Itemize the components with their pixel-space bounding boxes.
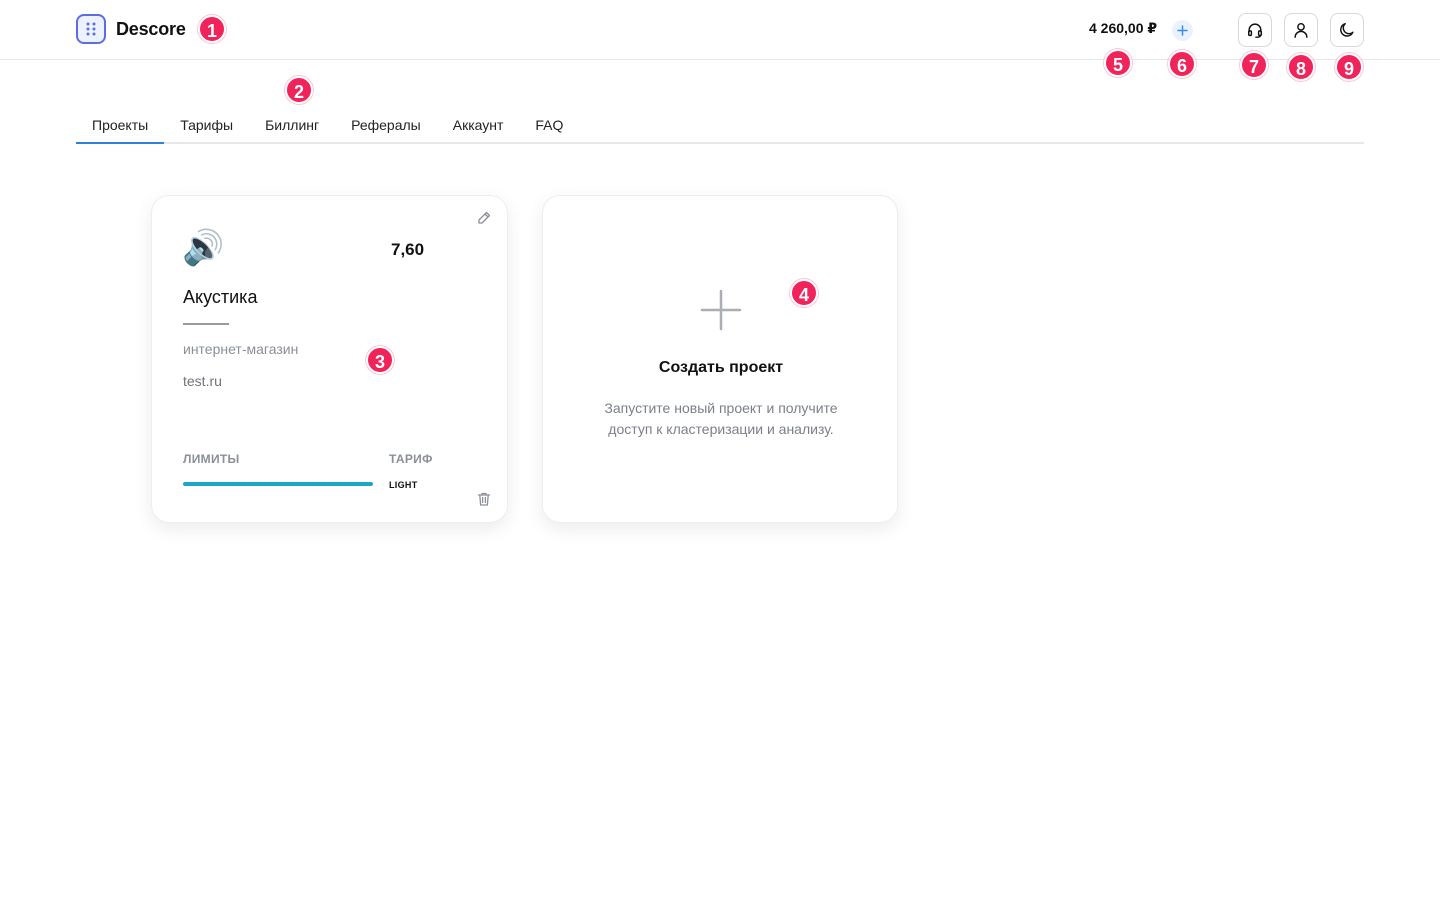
marker-badge: 1: [198, 15, 226, 43]
limits-label: ЛИМИТЫ: [183, 452, 240, 466]
grid-dots-icon: [76, 14, 106, 44]
project-type: интернет-магазин: [183, 341, 299, 357]
project-name: Акустика: [183, 287, 258, 307]
user-icon: [1294, 22, 1308, 38]
limits-progress-fill: [183, 482, 373, 486]
tab-account[interactable]: Аккаунт: [437, 108, 520, 144]
marker-badge: 2: [285, 76, 313, 104]
marker-badge: 8: [1287, 53, 1315, 81]
brand-name: Descore: [116, 18, 186, 39]
edit-pencil-icon[interactable]: [476, 210, 492, 231]
tab-faq[interactable]: FAQ: [519, 108, 579, 144]
moon-icon: [1340, 22, 1354, 37]
tariff-label: ТАРИФ: [389, 452, 433, 466]
marker-badge: 4: [790, 279, 818, 307]
marker-badge: 9: [1335, 53, 1363, 81]
limits-progress-bar: [183, 482, 373, 486]
marker-badge: 3: [366, 346, 394, 374]
tariff-value: LIGHT: [389, 480, 418, 490]
marker-badge: 6: [1168, 50, 1196, 78]
marker-badge: 7: [1240, 51, 1268, 79]
plus-icon: [699, 288, 743, 337]
create-project-title: Создать проект: [658, 359, 784, 376]
trash-icon[interactable]: [476, 491, 492, 512]
support-button[interactable]: [1238, 13, 1272, 47]
headset-icon: [1247, 23, 1263, 38]
project-card[interactable]: 🔊 7,60 Акустика интернет-магазин test.ru…: [151, 195, 508, 523]
tab-referrals[interactable]: Рефералы: [335, 108, 437, 144]
topup-balance-button[interactable]: [1172, 20, 1193, 41]
account-balance: 4 260,00 ₽: [1089, 20, 1158, 36]
divider: [183, 323, 229, 325]
create-project-card[interactable]: Создать проект Запустите новый проект и …: [542, 195, 898, 523]
tab-billing[interactable]: Биллинг: [249, 108, 335, 144]
project-score: 7,60: [391, 240, 425, 259]
tab-tariffs[interactable]: Тарифы: [164, 108, 249, 144]
project-icon: 🔊: [182, 229, 225, 267]
brand-logo[interactable]: Descore: [76, 14, 186, 44]
theme-toggle-button[interactable]: [1330, 13, 1364, 47]
tab-projects[interactable]: Проекты: [76, 108, 165, 144]
profile-button[interactable]: [1284, 13, 1318, 47]
create-project-description: Запустите новый проект и получите доступ…: [604, 400, 838, 437]
project-site: test.ru: [183, 373, 222, 389]
plus-icon: [1177, 25, 1188, 36]
main-tabs: Проекты Тарифы Биллинг Рефералы Аккаунт …: [76, 108, 1364, 144]
marker-badge: 5: [1104, 49, 1132, 77]
